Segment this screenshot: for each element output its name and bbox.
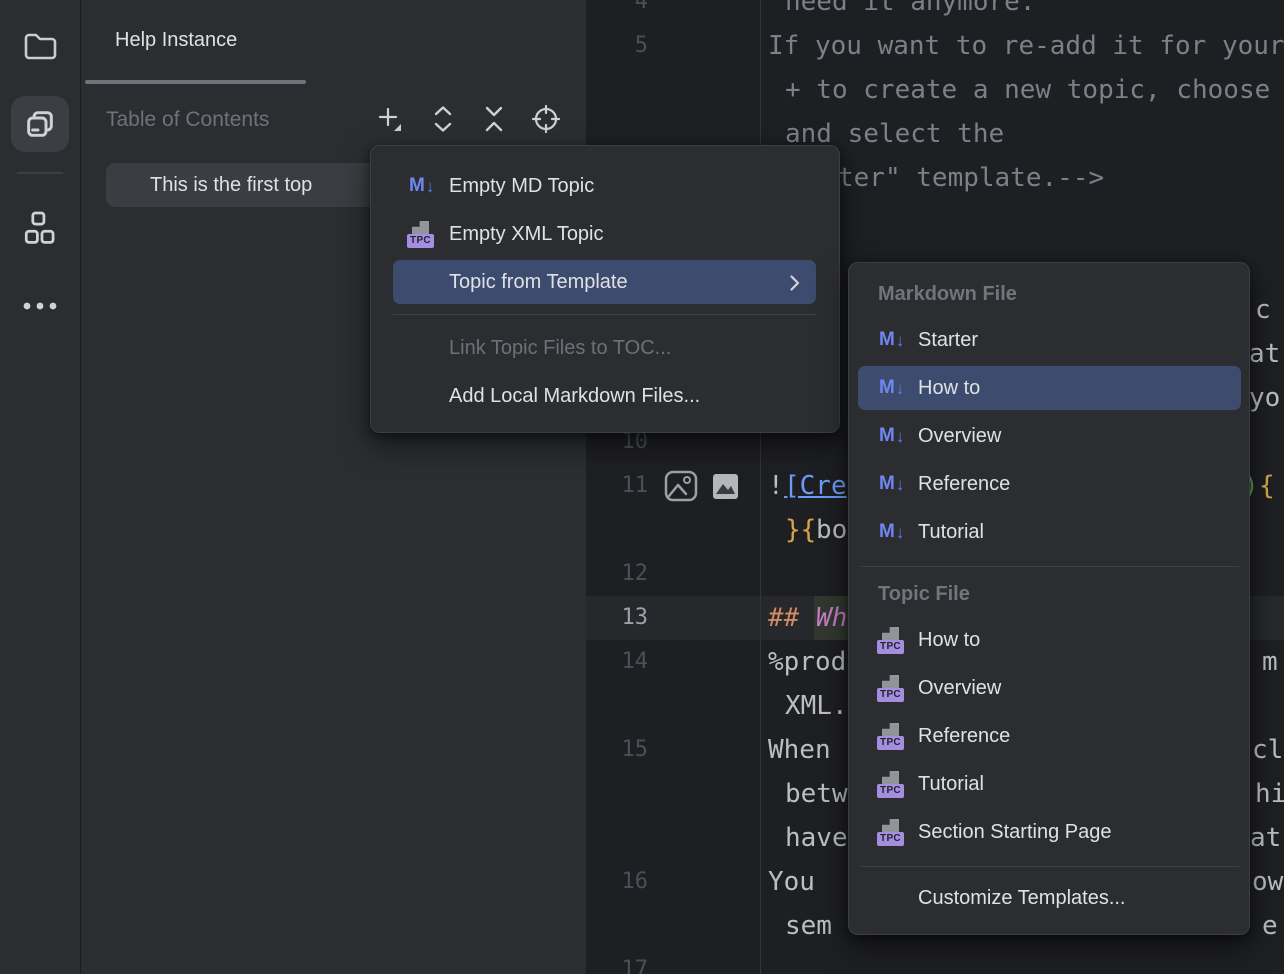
topic-file-icon: TPC [407, 221, 434, 248]
submenu-item-tpc-overview[interactable]: TPC Overview [858, 664, 1241, 712]
code-text: bo [816, 508, 847, 552]
image-outline-icon[interactable] [664, 470, 698, 502]
markdown-file-icon: M↓ [879, 521, 904, 543]
expand-all-button[interactable] [427, 103, 459, 135]
menu-item-empty-md-topic[interactable]: M↓ Empty MD Topic [393, 162, 816, 210]
line-number: 12 [586, 552, 648, 596]
line-number: 5 [586, 24, 648, 68]
code-fragment: cl [1252, 728, 1283, 772]
code-text: When [768, 728, 831, 772]
menu-separator [861, 866, 1239, 867]
line-number: 11 [586, 464, 648, 508]
code-fragment: hi [1255, 772, 1284, 816]
template-submenu: Markdown File M↓ Starter M↓ How to M↓ Ov… [848, 262, 1250, 935]
active-tab-indicator [85, 80, 306, 84]
submenu-item-md-starter[interactable]: M↓ Starter [858, 316, 1241, 364]
folder-icon [23, 31, 57, 61]
code-text: ter" template.--> [838, 156, 1104, 200]
code-link[interactable]: [Cre [784, 464, 847, 508]
structure-tool-button[interactable] [11, 200, 69, 256]
code-text: + to create a new topic, choose [785, 68, 1270, 112]
submenu-item-tpc-tutorial[interactable]: TPC Tutorial [858, 760, 1241, 808]
more-tool-button[interactable] [11, 278, 69, 334]
markdown-file-icon: M↓ [879, 377, 904, 399]
submenu-arrow-icon [790, 275, 800, 291]
line-number-current: 13 [586, 596, 648, 640]
submenu-header-markdown-file: Markdown File [858, 270, 1241, 318]
menu-item-topic-from-template[interactable]: Topic from Template [393, 260, 816, 304]
add-icon [376, 106, 402, 132]
topic-file-icon: TPC [877, 771, 904, 798]
submenu-item-tpc-section-starting-page[interactable]: TPC Section Starting Page [858, 808, 1241, 856]
code-fragment: yo [1249, 376, 1280, 420]
code-fragment: at [1250, 816, 1281, 860]
topic-file-icon: TPC [877, 723, 904, 750]
code-text: If you want to re-add it for your [768, 24, 1284, 68]
submenu-item-tpc-reference[interactable]: TPC Reference [858, 712, 1241, 760]
submenu-item-md-how-to[interactable]: M↓ How to [858, 366, 1241, 410]
code-fragment: ow [1252, 860, 1283, 904]
markdown-file-icon: M↓ [879, 425, 904, 447]
submenu-item-md-reference[interactable]: M↓ Reference [858, 460, 1241, 508]
collapse-all-button[interactable] [478, 103, 510, 135]
locate-icon [531, 104, 561, 134]
code-text: betw [785, 772, 848, 816]
line-number: 14 [586, 640, 648, 684]
code-fragment: { [1259, 464, 1275, 508]
markdown-file-icon: M↓ [409, 175, 434, 197]
more-icon [22, 300, 58, 312]
image-filled-icon[interactable] [712, 473, 739, 500]
app-window: 4 5 10 11 12 13 14 15 16 17 need it anym… [0, 0, 1284, 974]
locate-button[interactable] [530, 103, 562, 135]
topic-file-icon: TPC [877, 627, 904, 654]
code-text: ! [768, 464, 784, 508]
code-text: %prod [768, 640, 846, 684]
new-topic-menu: M↓ Empty MD Topic TPC Empty XML Topic To… [370, 145, 840, 433]
expand-all-icon [431, 105, 455, 133]
topic-file-icon: TPC [877, 819, 904, 846]
menu-item-empty-xml-topic[interactable]: TPC Empty XML Topic [393, 210, 816, 258]
submenu-item-md-overview[interactable]: M↓ Overview [858, 412, 1241, 460]
menu-item-add-local-markdown[interactable]: Add Local Markdown Files... [393, 372, 816, 420]
heading-marker: ## [768, 596, 799, 640]
markdown-file-icon: M↓ [879, 473, 904, 495]
submenu-item-md-tutorial[interactable]: M↓ Tutorial [858, 508, 1241, 556]
collapse-all-icon [482, 105, 506, 133]
code-text: }{ [785, 508, 816, 552]
tool-window-tab[interactable]: Help Instance [115, 0, 237, 80]
editor-copy-icon [24, 108, 56, 140]
submenu-item-tpc-how-to[interactable]: TPC How to [858, 616, 1241, 664]
code-text: need it anymore. [785, 0, 1035, 24]
markdown-file-icon: M↓ [879, 329, 904, 351]
code-fragment: c [1255, 288, 1271, 332]
code-text: sem [785, 904, 832, 948]
tool-window-stripe [0, 0, 81, 974]
code-fragment: m [1262, 640, 1278, 684]
topic-file-icon: TPC [877, 675, 904, 702]
submenu-header-topic-file: Topic File [858, 570, 1241, 618]
code-text: XML. [785, 684, 848, 728]
submenu-item-customize-templates[interactable]: Customize Templates... [858, 874, 1241, 922]
line-number: 16 [586, 860, 648, 904]
folder-tool-button[interactable] [11, 18, 69, 74]
code-fragment: at [1249, 332, 1280, 376]
code-text: You [768, 860, 815, 904]
toc-section-title: Table of Contents [106, 96, 269, 144]
menu-item-link-topic-files[interactable]: Link Topic Files to TOC... [393, 324, 816, 372]
menu-separator [393, 314, 816, 315]
stripe-divider [17, 172, 63, 174]
add-button[interactable] [373, 103, 405, 135]
editor-tool-button-active[interactable] [11, 96, 69, 152]
menu-separator [861, 566, 1239, 567]
code-text: have [785, 816, 848, 860]
line-number: 17 [586, 948, 648, 974]
line-number: 4 [586, 0, 648, 24]
line-number: 15 [586, 728, 648, 772]
code-fragment: e [1262, 904, 1278, 948]
structure-icon [24, 211, 56, 245]
